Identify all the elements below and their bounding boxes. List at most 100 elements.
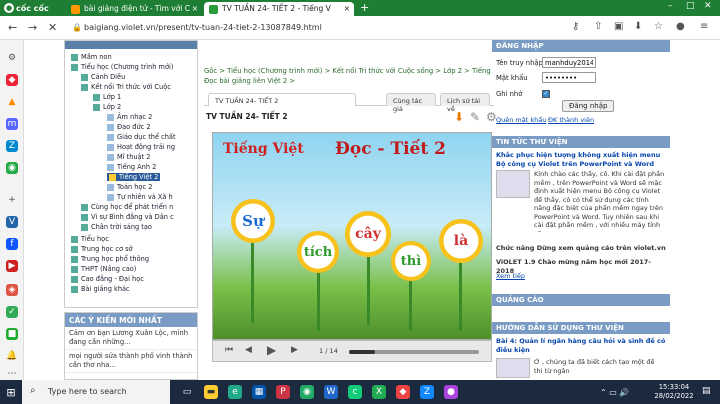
new-tab-icon[interactable]: + — [360, 1, 369, 14]
play-icon[interactable]: ▶ — [267, 343, 276, 357]
tab-lesson[interactable]: TV TUẦN 24- TIẾT 2 — [208, 93, 356, 106]
bookmark-icon[interactable]: ☆ — [654, 21, 663, 32]
tree-item[interactable]: Bài giảng khác — [71, 285, 130, 293]
settings-icon[interactable]: ⚙ — [6, 52, 18, 64]
browser-brand[interactable]: ● cốc cốc — [4, 2, 60, 14]
progress-bar[interactable] — [349, 350, 479, 354]
tree-item[interactable]: Tiểu học — [71, 235, 109, 243]
tree-item[interactable]: Tự nhiên và Xã h — [107, 193, 173, 201]
word-flower[interactable]: tích — [297, 231, 339, 273]
zalo-icon[interactable]: Z — [420, 385, 434, 399]
notification-icon[interactable]: ▤ — [702, 387, 711, 396]
password-field[interactable] — [542, 72, 596, 83]
forgot-password-link[interactable]: Quên mật khẩu — [496, 116, 546, 124]
edge-icon[interactable]: e — [228, 385, 242, 399]
news-item[interactable]: Chức năng Dừng xem quảng cáo trên violet… — [496, 244, 666, 253]
excel-icon[interactable]: X — [372, 385, 386, 399]
minimize-icon[interactable]: – — [668, 1, 673, 11]
back-icon[interactable]: ← — [8, 21, 17, 34]
tool-icon[interactable]: ✓ — [6, 306, 18, 318]
tree-item[interactable]: Tiểu học (Chương trình mới) — [71, 63, 173, 71]
tree-item[interactable]: Đạo đức 2 — [107, 123, 151, 131]
close-window-icon[interactable]: ✕ — [704, 1, 712, 11]
comment-item[interactable]: Cảm ơn bạn Lương Xuân Lộc, mình đang cần… — [65, 327, 197, 350]
notification-icon[interactable]: 🔔 — [6, 350, 18, 362]
slide-viewer[interactable]: Tiếng Việt Đọc - Tiết 2 Sự tích cây thì … — [212, 132, 492, 340]
forward-icon[interactable]: → — [28, 21, 37, 34]
first-slide-icon[interactable]: ⏮ — [225, 345, 233, 355]
messenger-icon[interactable]: m — [6, 118, 18, 130]
games-icon[interactable]: ◉ — [6, 162, 18, 174]
windows-start-icon[interactable]: ⊞ — [0, 380, 22, 404]
ppt-icon[interactable]: P — [276, 385, 290, 399]
file-explorer-icon[interactable]: ▬ — [204, 385, 218, 399]
maximize-icon[interactable]: □ — [686, 1, 695, 11]
profile-icon[interactable]: ● — [676, 21, 685, 32]
stop-icon[interactable]: ✕ — [48, 21, 57, 34]
username-field[interactable] — [542, 57, 596, 68]
menu-icon[interactable]: ≡ — [700, 21, 708, 32]
share-icon[interactable]: ⇧ — [594, 21, 602, 32]
url-field[interactable]: 🔒 baigiang.violet.vn/present/tv-tuan-24-t… — [70, 20, 560, 36]
clock[interactable]: 15:33:04 28/02/2022 — [650, 383, 698, 401]
comment-item[interactable]: mọi người sửa thành phố vinh thành cần t… — [65, 350, 197, 373]
tree-item[interactable]: Hoạt động trải ng — [107, 143, 175, 151]
tree-item[interactable]: Toán học 2 — [107, 183, 152, 191]
tree-item[interactable]: Mĩ thuật 2 — [107, 153, 150, 161]
tree-item[interactable]: Kết nối Tri thức với Cuộc — [81, 83, 171, 91]
tab-search[interactable]: bài giảng điện tử - Tìm với C × — [66, 2, 202, 16]
edit-icon[interactable]: ✎ — [470, 110, 480, 124]
zalo-icon[interactable]: Z — [6, 140, 18, 152]
see-more-link[interactable]: Xem tiếp — [496, 272, 525, 280]
news-headline[interactable]: Khắc phục hiện tượng không xuất hiện men… — [496, 151, 666, 168]
task-view-icon[interactable]: ▭ — [180, 385, 194, 399]
app2-icon[interactable]: ● — [444, 385, 458, 399]
store-icon[interactable]: ▦ — [252, 385, 266, 399]
tab-lesson[interactable]: TV TUẦN 24- TIẾT 2 - Tiếng V × — [204, 2, 354, 16]
tree-item[interactable]: Giáo dục thể chất — [107, 133, 176, 141]
register-link[interactable]: ĐK thành viên — [548, 116, 594, 124]
tree-item[interactable]: Trung học cơ sở — [71, 245, 133, 253]
tree-item[interactable]: Cao đẳng - Đại học — [71, 275, 144, 283]
app-icon[interactable]: ◆ — [396, 385, 410, 399]
youtube-icon[interactable]: ▶ — [6, 260, 18, 272]
tree-item[interactable]: Cánh Diều — [81, 73, 125, 81]
tree-item[interactable]: Vì sự Bình đẳng và Dân c — [81, 213, 174, 221]
tree-item[interactable]: Lớp 1 — [93, 93, 121, 101]
login-button[interactable]: Đăng nhập — [562, 100, 615, 112]
word-flower[interactable]: là — [439, 219, 483, 263]
tree-item[interactable]: Âm nhạc 2 — [107, 113, 152, 121]
more-icon[interactable]: ⋯ — [6, 368, 18, 380]
app-icon[interactable]: ◆ — [6, 74, 18, 86]
tab-download-history[interactable]: Lịch sử tải về — [440, 93, 490, 113]
shop-icon[interactable]: ◈ — [6, 284, 18, 296]
download-icon[interactable]: ⬇ — [634, 21, 642, 32]
app2-icon[interactable]: ■ — [6, 328, 18, 340]
coccoc-icon[interactable]: c — [348, 385, 362, 399]
key-icon[interactable]: ⚷ — [572, 21, 579, 32]
guide-headline[interactable]: Bài 4: Quản lí ngân hàng câu hỏi và sinh… — [496, 337, 666, 354]
word-flower[interactable]: thì — [391, 241, 431, 281]
tree-item[interactable]: THPT (Nâng cao) — [71, 265, 136, 273]
add-icon[interactable]: + — [6, 194, 18, 206]
tree-item[interactable]: Tiếng Anh 2 — [107, 163, 156, 171]
close-icon[interactable]: × — [344, 4, 350, 13]
tree-item-selected[interactable]: Tiếng Việt 2 — [107, 173, 161, 181]
breadcrumb[interactable]: Gốc > Tiểu học (Chương trình mới) > Kết … — [204, 66, 494, 86]
prev-slide-icon[interactable]: ◀ — [245, 345, 252, 355]
word-icon[interactable]: W — [324, 385, 338, 399]
vk-icon[interactable]: V — [6, 216, 18, 228]
tree-item[interactable]: Trung học phổ thông — [71, 255, 149, 263]
tree-item[interactable]: Cùng học để phát triển n — [81, 203, 173, 211]
tree-item[interactable]: Mầm non — [71, 53, 112, 61]
chrome-icon[interactable]: ◉ — [300, 385, 314, 399]
tray-icons[interactable]: ⌃ ▭ 🔊 — [600, 388, 629, 397]
taskbar-search[interactable]: ⌕ Type here to search — [22, 380, 170, 404]
download-icon[interactable]: ⬇ — [454, 110, 464, 124]
extension-icon[interactable]: ▣ — [614, 21, 623, 32]
tab-same-author[interactable]: Cùng tác giả — [386, 93, 436, 113]
tree-item[interactable]: Lớp 2 — [93, 103, 121, 111]
next-slide-icon[interactable]: ▶ — [291, 345, 298, 355]
facebook-icon[interactable]: f — [6, 238, 18, 250]
close-icon[interactable]: × — [192, 4, 198, 13]
